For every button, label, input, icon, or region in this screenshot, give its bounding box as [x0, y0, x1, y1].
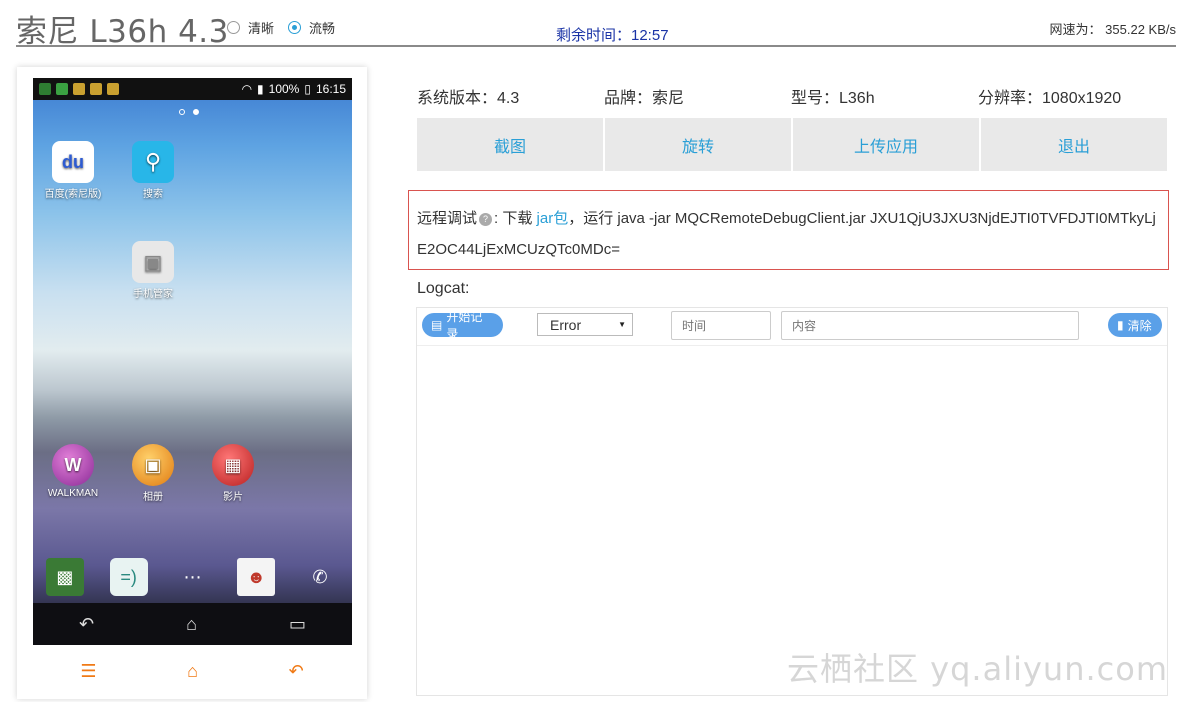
baidu-icon: du	[52, 141, 94, 183]
app-label: 影片	[223, 492, 243, 503]
device-toolbar: 截图 旋转 上传应用 退出	[417, 118, 1167, 171]
model: 型号：L36h	[791, 90, 875, 107]
app-label: 搜索	[143, 189, 163, 200]
jar-download-link[interactable]: jar包	[537, 210, 569, 227]
menu-icon[interactable]: ☰	[80, 661, 96, 682]
clear-label: 清除	[1127, 318, 1152, 333]
log-level-value: Error	[550, 316, 582, 333]
app-label: 百度(索尼版)	[44, 189, 102, 200]
remote-debug-label: 远程调试	[417, 210, 478, 227]
network-speed: 网速为： 355.22 KB/s	[1049, 22, 1176, 37]
status-bar: ◠ ▮ 100% ▯ 16:15	[33, 78, 352, 100]
contacts-icon[interactable]: ☻	[237, 558, 276, 596]
quality-option-clear[interactable]: 清晰	[227, 18, 274, 37]
page-indicator	[179, 109, 199, 115]
recent-apps-icon[interactable]: ▭	[289, 614, 306, 635]
phone-panel: ◠ ▮ 100% ▯ 16:15 du 百度(索尼版) ⚲ 搜索 ▣ 手机管家 …	[17, 67, 367, 699]
radio-clear[interactable]	[227, 21, 240, 34]
exit-button[interactable]: 退出	[981, 118, 1167, 171]
device-title: 索尼 L36h 4.3	[16, 14, 229, 50]
home-icon[interactable]: ⌂	[187, 661, 198, 682]
screenshot-button[interactable]: 截图	[417, 118, 603, 171]
battery-level: 100%	[268, 82, 300, 96]
start-recording-label: 开始记录	[446, 310, 483, 341]
app-label: 相册	[143, 492, 163, 503]
app-label: 手机管家	[133, 289, 173, 300]
quality-label-smooth: 流畅	[309, 21, 336, 36]
phone-screen[interactable]: ◠ ▮ 100% ▯ 16:15 du 百度(索尼版) ⚲ 搜索 ▣ 手机管家 …	[33, 78, 352, 645]
app-drawer-icon[interactable]: ⋯	[173, 558, 211, 596]
list-icon: ▤	[431, 318, 443, 332]
app-movie[interactable]: ▦ 影片	[198, 444, 268, 503]
assistant-icon: ▣	[132, 241, 174, 283]
brand: 品牌：索尼	[604, 90, 685, 107]
notification-icon	[90, 83, 102, 95]
movie-icon: ▦	[212, 444, 254, 486]
radio-smooth[interactable]	[288, 21, 302, 34]
remaining-time: 剩余时间：12:57	[556, 27, 669, 44]
signal-icon: ▮	[257, 82, 264, 96]
start-recording-button[interactable]: ▤ 开始记录	[422, 310, 503, 341]
quality-selector: 清晰 流畅	[227, 18, 349, 37]
trash-icon: ▮	[1117, 318, 1124, 332]
resolution: 分辨率：1080x1920	[978, 90, 1122, 107]
logcat-label: Logcat:	[417, 280, 470, 297]
logcat-toolbar: ▤ 开始记录 Error ▼ ▮ 清除	[417, 308, 1167, 346]
clear-button[interactable]: ▮ 清除	[1108, 313, 1162, 337]
log-level-select[interactable]: Error ▼	[537, 313, 633, 336]
system-version: 系统版本：4.3	[417, 90, 520, 107]
app-search[interactable]: ⚲ 搜索	[118, 141, 188, 200]
battery-icon: ▯	[304, 82, 311, 96]
app-label: WALKMAN	[47, 488, 99, 499]
dropdown-caret-icon: ▼	[618, 320, 626, 329]
content-filter-input[interactable]	[781, 311, 1079, 340]
wifi-icon: ◠	[241, 82, 253, 96]
time-filter-input[interactable]	[671, 311, 771, 340]
home-icon[interactable]: ⌂	[186, 614, 197, 635]
widgets-icon[interactable]: ▩	[45, 558, 84, 596]
back-icon[interactable]: ↶	[79, 614, 94, 635]
notification-icon	[107, 83, 119, 95]
app-assistant[interactable]: ▣ 手机管家	[118, 241, 188, 300]
device-info: 系统版本：4.3 品牌：索尼 型号：L36h 分辨率：1080x1920	[417, 84, 1167, 108]
header: 索尼 L36h 4.3 清晰 流畅 剩余时间：12:57 网速为： 355.22…	[16, 0, 1176, 50]
upload-app-button[interactable]: 上传应用	[793, 118, 979, 171]
android-navbar: ↶ ⌂ ▭	[33, 603, 352, 645]
app-album[interactable]: ▣ 相册	[118, 444, 188, 503]
phone-actions: ☰ ⌂ ↶	[17, 661, 367, 682]
phone-icon[interactable]: ✆	[301, 558, 339, 596]
remote-debug-sep: : 下载	[494, 210, 537, 227]
walkman-icon: W	[52, 444, 94, 486]
app-walkman[interactable]: W WALKMAN	[38, 444, 108, 499]
remote-debug-box: 远程调试?: 下载 jar包，运行 java -jar MQCRemoteDeb…	[408, 190, 1169, 270]
messages-icon[interactable]: =)	[109, 558, 148, 596]
rotate-button[interactable]: 旋转	[605, 118, 791, 171]
search-icon: ⚲	[132, 141, 174, 183]
back-icon[interactable]: ↶	[289, 661, 304, 682]
quality-label-clear: 清晰	[248, 21, 275, 36]
watermark: 云栖社区 yq.aliyun.com	[786, 650, 1168, 688]
status-time: 16:15	[315, 82, 346, 96]
app-baidu[interactable]: du 百度(索尼版)	[38, 141, 108, 200]
logcat-panel: ▤ 开始记录 Error ▼ ▮ 清除	[416, 307, 1168, 696]
dock: ▩ =) ⋯ ☻ ✆	[33, 550, 352, 604]
help-icon[interactable]: ?	[479, 212, 493, 226]
notification-icon	[56, 83, 68, 95]
album-icon: ▣	[132, 444, 174, 486]
usb-icon	[39, 83, 51, 95]
quality-option-smooth[interactable]: 流畅	[288, 18, 335, 37]
notification-icon	[73, 83, 85, 95]
